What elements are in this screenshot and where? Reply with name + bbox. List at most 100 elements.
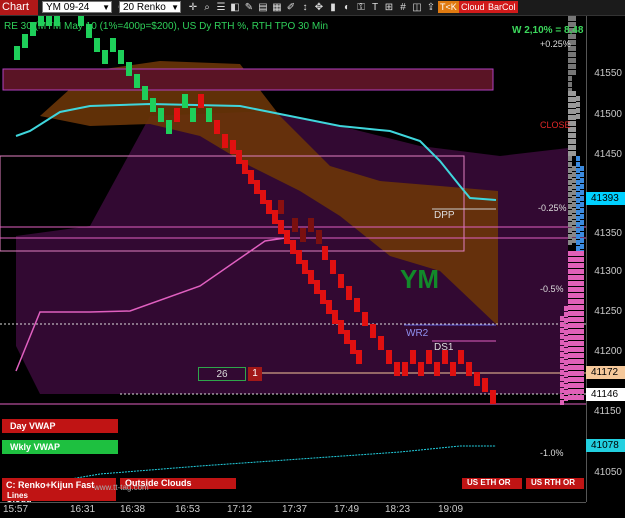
tpo-block xyxy=(568,168,572,173)
tpo-block xyxy=(568,174,572,179)
tpo-block xyxy=(568,180,572,185)
time-axis[interactable]: 15:57 16:31 16:38 16:53 17:12 17:37 17:4… xyxy=(0,502,586,518)
wkly-vwap-button[interactable]: Wkly VWAP xyxy=(2,440,118,454)
pct-label: +0.25% xyxy=(540,39,571,49)
tpo-block xyxy=(564,306,568,311)
drawing-icon[interactable]: ✎ xyxy=(242,2,256,13)
renko-brick xyxy=(158,108,164,122)
tpo-block xyxy=(576,222,580,227)
pan-icon[interactable]: ✥ xyxy=(312,2,326,13)
tpo-block xyxy=(580,166,584,171)
tpo-block xyxy=(572,115,576,120)
bars-icon[interactable]: ▮ xyxy=(326,2,340,13)
renko-brick xyxy=(222,134,228,148)
tpo-block xyxy=(568,311,572,316)
renko-brick xyxy=(326,300,332,314)
chart-menu-button[interactable]: Chart xyxy=(0,0,38,15)
price-axis[interactable]: 41550 41500 41450 41400 41350 41300 4125… xyxy=(586,16,625,502)
tpo-block xyxy=(572,287,576,292)
scale-icon[interactable]: ↕ xyxy=(298,2,312,13)
renko-brick xyxy=(426,350,432,364)
tpo-block xyxy=(572,184,576,189)
tpo-block xyxy=(560,322,564,327)
tpo-block xyxy=(572,40,576,45)
renko-brick xyxy=(378,336,384,350)
tpo-block xyxy=(580,329,584,334)
us-rth-or-button[interactable]: US RTH OR xyxy=(526,478,584,489)
tpo-block xyxy=(572,103,576,108)
tpo-block xyxy=(564,342,568,347)
tpo-block xyxy=(560,370,564,375)
text-icon[interactable]: T xyxy=(368,2,382,13)
tpo-block xyxy=(572,121,576,126)
tpo-block xyxy=(568,228,572,233)
tpo-block xyxy=(560,376,564,381)
lines-button[interactable]: Lines xyxy=(2,491,116,501)
period-select[interactable]: 20 Renko ▼ xyxy=(119,1,181,13)
time-tick: 17:49 xyxy=(334,504,360,515)
ruler-icon[interactable]: ⊞ xyxy=(382,2,396,13)
crosshair-icon[interactable]: ✛ xyxy=(186,2,200,13)
renko-brick xyxy=(350,340,356,354)
tpo-block xyxy=(580,341,584,346)
price-tick: 41200 xyxy=(594,346,622,357)
draw-tools-icon[interactable]: ✐ xyxy=(284,2,298,13)
tpo-block xyxy=(564,360,568,365)
color-icon[interactable]: ◐ xyxy=(340,2,354,13)
brick-counter: 26 xyxy=(198,367,246,381)
tpo-block xyxy=(568,210,572,215)
lock-icon[interactable]: ⚿ xyxy=(354,2,368,13)
tpo-block xyxy=(580,365,584,370)
tpo-block xyxy=(572,16,576,21)
time-tick: 17:37 xyxy=(282,504,308,515)
template-icon[interactable]: ▤ xyxy=(256,2,270,13)
us-eth-or-button[interactable]: US ETH OR xyxy=(462,478,522,489)
tpo-block xyxy=(580,172,584,177)
barcol-indicator-toggle[interactable]: BarCol xyxy=(486,1,518,13)
kijun-price-tag: 41393 xyxy=(586,192,625,205)
tpo-block xyxy=(576,335,580,340)
share-icon[interactable]: ⇪ xyxy=(424,2,438,13)
data-box-icon[interactable]: ▦ xyxy=(270,2,284,13)
renko-brick xyxy=(386,350,392,364)
tpo-block xyxy=(576,186,580,191)
symbol-select[interactable]: YM 09-24 ▼ xyxy=(42,1,112,13)
tpo-block xyxy=(572,97,576,102)
tpo-block xyxy=(580,359,584,364)
tpo-block xyxy=(572,275,576,280)
grid-icon[interactable]: # xyxy=(396,2,410,13)
tpo-block xyxy=(580,335,584,340)
renko-brick xyxy=(198,94,204,108)
renko-brick xyxy=(296,250,302,264)
tpo-block xyxy=(568,16,572,21)
tk-indicator-toggle[interactable]: T<K xyxy=(438,1,459,13)
tpo-block xyxy=(580,317,584,322)
tpo-block xyxy=(560,400,564,405)
tpo-block xyxy=(572,359,576,364)
screenshot-icon[interactable]: ◫ xyxy=(410,2,424,13)
cloud-indicator-toggle[interactable]: Cloud xyxy=(459,1,487,13)
day-vwap-button[interactable]: Day VWAP xyxy=(2,419,118,433)
renko-brick xyxy=(190,108,196,122)
renko-brick xyxy=(150,98,156,112)
strategy-icon[interactable]: ◧ xyxy=(228,2,242,13)
tpo-block xyxy=(572,172,576,177)
tpo-block xyxy=(568,347,572,352)
renko-brick xyxy=(482,378,488,392)
tpo-block xyxy=(580,263,584,268)
time-tick: 17:12 xyxy=(227,504,253,515)
symbol-watermark: YM xyxy=(400,264,439,294)
tpo-block xyxy=(576,162,580,167)
tpo-block xyxy=(572,109,576,114)
tpo-block xyxy=(568,305,572,310)
tpo-block xyxy=(568,139,572,144)
tpo-block xyxy=(580,353,584,358)
tpo-block xyxy=(580,238,584,243)
time-tick: 16:53 xyxy=(175,504,201,515)
tpo-block xyxy=(580,305,584,310)
properties-icon[interactable]: ☰ xyxy=(214,2,228,13)
zoom-icon[interactable]: ⌕ xyxy=(200,2,214,13)
price-tick: 41500 xyxy=(594,109,622,120)
pct-label: -1.0% xyxy=(540,448,564,458)
tpo-block xyxy=(572,190,576,195)
